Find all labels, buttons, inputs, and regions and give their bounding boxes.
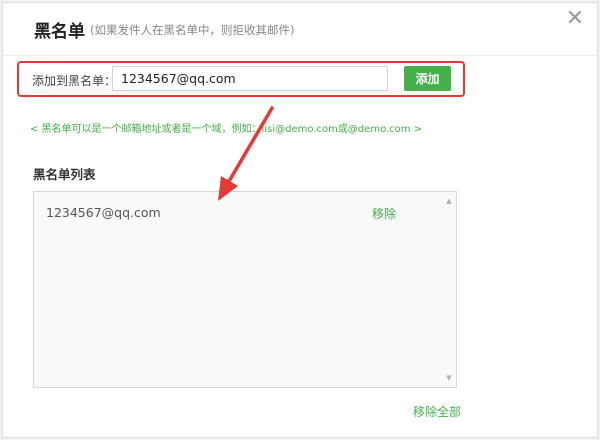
add-label: 添加到黑名单： [32,74,117,88]
blacklist-list-title: 黑名单列表 [33,167,96,182]
add-to-blacklist-row: 添加到黑名单： 添加 [17,61,465,97]
dialog-subtitle: (如果发件人在黑名单中，则拒收其邮件) [90,23,295,37]
dialog-title: 黑名单 [34,22,85,42]
add-button[interactable]: 添加 [404,66,451,91]
scroll-down-icon[interactable]: ▼ [444,373,454,383]
blacklist-list: 1234567@qq.com 移除 ▲ ▼ [33,191,457,388]
list-scrollbar[interactable]: ▲ ▼ [442,192,456,387]
scroll-up-icon[interactable]: ▲ [444,196,454,206]
list-item: 1234567@qq.com 移除 [34,192,444,230]
remove-all-link[interactable]: 移除全部 [413,403,461,420]
blacklist-email-input[interactable] [112,66,388,91]
blacklist-hint: < 黑名单可以是一个邮箱地址或者是一个域，例如：lisi@demo.com或@d… [30,124,423,135]
remove-link[interactable]: 移除 [372,205,396,222]
close-icon[interactable]: ✕ [563,7,587,31]
list-item-email: 1234567@qq.com [46,205,161,220]
dialog-header: 黑名单 (如果发件人在黑名单中，则拒收其邮件) [3,3,597,56]
